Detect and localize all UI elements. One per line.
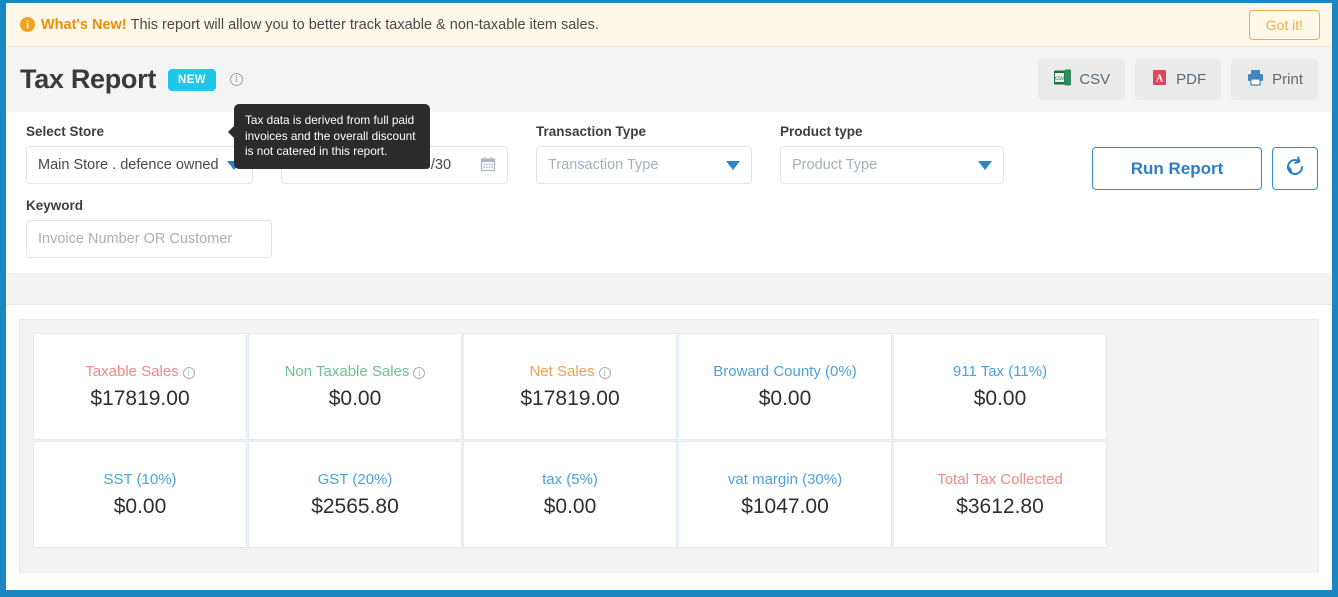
summary-card-label-text: Total Tax Collected bbox=[937, 471, 1063, 488]
banner-title: What's New! bbox=[41, 16, 127, 33]
summary-card-label: GST (20%) bbox=[318, 470, 393, 489]
summary-card-label-text: Net Sales bbox=[529, 363, 595, 380]
summary-card: Net Sales i $17819.00 bbox=[463, 333, 677, 440]
store-value: Main Store . defence owned bbox=[38, 157, 219, 173]
store-label: Select Store bbox=[26, 124, 105, 139]
summary-card-label: tax (5%) bbox=[542, 470, 598, 489]
keyword-input-wrap[interactable]: Invoice Number OR Customer bbox=[26, 220, 272, 258]
page-title: Tax Report bbox=[20, 64, 157, 94]
summary-card: Total Tax Collected $3612.80 bbox=[893, 441, 1107, 548]
print-label: Print bbox=[1272, 71, 1303, 88]
summary-card-label: Net Sales i bbox=[529, 362, 611, 381]
printer-icon bbox=[1246, 68, 1265, 91]
info-circle-icon: i bbox=[20, 17, 35, 32]
transaction-type-label: Transaction Type bbox=[536, 124, 647, 139]
summary-card: Taxable Sales i $17819.00 bbox=[33, 333, 247, 440]
chevron-down-icon bbox=[978, 160, 992, 170]
product-type-value: Product Type bbox=[792, 157, 878, 173]
summary-card-label: 911 Tax (11%) bbox=[953, 362, 1047, 381]
run-actions: Run Report bbox=[1092, 147, 1318, 190]
svg-text:A: A bbox=[1156, 74, 1164, 85]
pdf-file-icon: A bbox=[1150, 68, 1169, 91]
summary-card-label-text: GST (20%) bbox=[317, 471, 393, 488]
summary-card-label-text: SST (10%) bbox=[103, 471, 177, 488]
product-type-select[interactable]: Product Type bbox=[780, 146, 1004, 184]
summary-card: 911 Tax (11%) $0.00 bbox=[893, 333, 1107, 440]
section-separator bbox=[6, 272, 1332, 305]
transaction-type-select[interactable]: Transaction Type bbox=[536, 146, 752, 184]
summary-card-value: $17819.00 bbox=[90, 387, 190, 410]
summary-card-label: Total Tax Collected bbox=[937, 470, 1063, 489]
tax-report-page: i What's New! This report will allow you… bbox=[0, 0, 1338, 597]
summary-card-value: $1047.00 bbox=[741, 495, 829, 518]
summary-card-label: Taxable Sales i bbox=[85, 362, 195, 381]
summary-card-label-text: Non Taxable Sales bbox=[284, 363, 410, 380]
banner-message: This report will allow you to better tra… bbox=[130, 16, 599, 33]
info-icon[interactable]: i bbox=[230, 73, 244, 86]
summary-card-value: $0.00 bbox=[543, 495, 597, 518]
summary-card-label-text: Taxable Sales bbox=[85, 363, 179, 380]
refresh-button[interactable] bbox=[1272, 147, 1318, 190]
title-bar: Tax Report NEW i csv CSV A PDF Print Tax… bbox=[6, 47, 1332, 169]
store-select[interactable]: Main Store . defence owned bbox=[26, 146, 253, 184]
filters-row-2: Keyword Invoice Number OR Customer bbox=[26, 198, 1318, 258]
keyword-filter-group: Keyword Invoice Number OR Customer bbox=[26, 198, 272, 258]
filters-area: Select Store Main Store . defence owned … bbox=[6, 112, 1332, 272]
summary-cards-grid: Taxable Sales i $17819.00 Non Taxable Sales… bbox=[33, 333, 1306, 549]
summary-card-label: SST (10%) bbox=[103, 470, 176, 489]
summary-card-label-text: 911 Tax (11%) bbox=[952, 363, 1048, 380]
summary-cards-panel: Taxable Sales i $17819.00 Non Taxable Sales… bbox=[19, 319, 1319, 573]
transaction-type-value: Transaction Type bbox=[548, 157, 659, 173]
svg-text:csv: csv bbox=[1055, 76, 1064, 82]
summary-card: tax (5%) $0.00 bbox=[463, 441, 677, 548]
csv-file-icon: csv bbox=[1053, 68, 1072, 91]
print-button[interactable]: Print bbox=[1231, 59, 1318, 100]
chevron-down-icon bbox=[726, 160, 740, 170]
summary-card: Non Taxable Sales i $0.00 bbox=[248, 333, 462, 440]
summary-card-label-text: vat margin (30%) bbox=[727, 471, 843, 488]
summary-card-label-text: Broward County (0%) bbox=[713, 363, 857, 380]
keyword-label: Keyword bbox=[26, 198, 84, 213]
info-icon[interactable]: i bbox=[413, 366, 426, 379]
export-actions: csv CSV A PDF Print bbox=[1038, 59, 1318, 100]
summary-card: vat margin (30%) $1047.00 bbox=[678, 441, 892, 548]
summary-card-value: $17819.00 bbox=[520, 387, 620, 410]
run-report-button[interactable]: Run Report bbox=[1092, 147, 1262, 190]
summary-card-value: $0.00 bbox=[113, 495, 167, 518]
info-icon[interactable]: i bbox=[598, 366, 611, 379]
pdf-export-button[interactable]: A PDF bbox=[1135, 59, 1222, 100]
refresh-circle-icon bbox=[1283, 155, 1307, 182]
summary-card-label: vat margin (30%) bbox=[728, 470, 842, 489]
summary-card: SST (10%) $0.00 bbox=[33, 441, 247, 548]
summary-card-label-text: tax (5%) bbox=[542, 471, 598, 488]
keyword-input[interactable]: Invoice Number OR Customer bbox=[38, 231, 260, 247]
summary-card-value: $2565.80 bbox=[311, 495, 399, 518]
new-badge: NEW bbox=[168, 68, 217, 91]
summary-card-value: $0.00 bbox=[328, 387, 382, 410]
tax-info-tooltip: Tax data is derived from full paid invoi… bbox=[228, 104, 430, 169]
summary-card-value: $0.00 bbox=[758, 387, 812, 410]
whats-new-banner: i What's New! This report will allow you… bbox=[6, 3, 1332, 47]
summary-card-value: $0.00 bbox=[973, 387, 1027, 410]
info-icon[interactable]: i bbox=[182, 366, 195, 379]
csv-label: CSV bbox=[1079, 71, 1111, 88]
summary-card-label: Broward County (0%) bbox=[713, 362, 856, 381]
product-type-filter-group: Product type Product Type bbox=[780, 124, 1004, 184]
summary-card: Broward County (0%) $0.00 bbox=[678, 333, 892, 440]
summary-card-label: Non Taxable Sales i bbox=[285, 362, 426, 381]
summary-card-value: $3612.80 bbox=[956, 495, 1044, 518]
calendar-icon[interactable] bbox=[480, 156, 496, 175]
store-filter-group: Select Store Main Store . defence owned bbox=[26, 124, 253, 184]
got-it-button[interactable]: Got it! bbox=[1248, 9, 1320, 40]
product-type-label: Product type bbox=[780, 124, 863, 139]
csv-export-button[interactable]: csv CSV bbox=[1038, 59, 1126, 100]
summary-card: GST (20%) $2565.80 bbox=[248, 441, 462, 548]
pdf-label: PDF bbox=[1176, 71, 1207, 88]
transaction-type-filter-group: Transaction Type Transaction Type bbox=[536, 124, 752, 184]
